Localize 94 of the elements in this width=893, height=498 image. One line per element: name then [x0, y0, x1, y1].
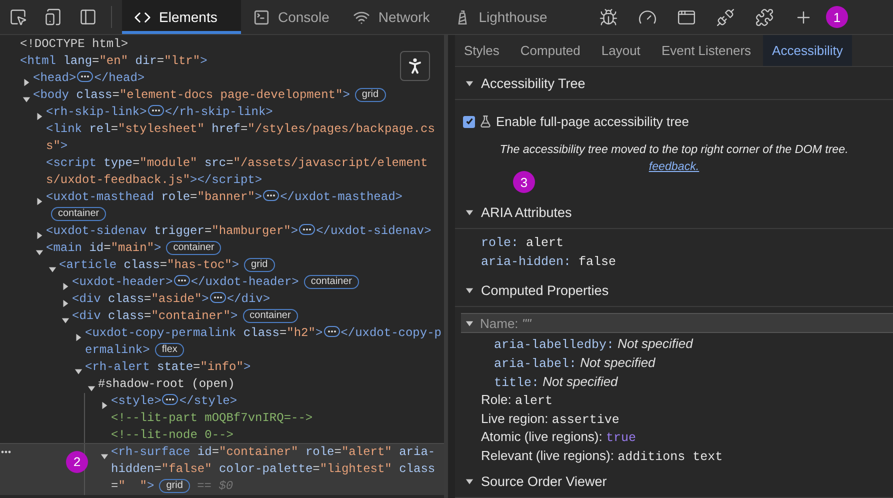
aria-attribute: role: alert: [480, 235, 565, 252]
step-marker: 2: [66, 451, 88, 473]
layout-badge[interactable]: grid: [159, 479, 190, 493]
dom-node[interactable]: <head> </head>: [33, 70, 444, 87]
sidebar-tab[interactable]: Layout: [592, 35, 650, 66]
expanded-arrow-icon[interactable]: [100, 452, 109, 461]
accessibility-tree-button[interactable]: [400, 51, 430, 81]
name-source: aria-label: Not specified: [493, 354, 656, 372]
checkbox[interactable]: [463, 116, 475, 128]
dom-node[interactable]: <uxdot-copy-permalink class="h2"> </uxdot-copy-permalink> flex: [85, 325, 444, 359]
expanded-arrow-icon[interactable]: [61, 316, 70, 325]
html-comment[interactable]: <!--lit-node 0-->: [111, 427, 444, 444]
dom-node[interactable]: <article class="has-toc"> grid: [59, 257, 444, 274]
ellipsis-icon[interactable]: [162, 394, 178, 405]
dom-node[interactable]: <style> </style>: [111, 393, 444, 410]
layout-badge[interactable]: container: [51, 207, 106, 221]
expanded-arrow-icon[interactable]: [22, 95, 31, 104]
dom-node[interactable]: <rh-skip-link> </rh-skip-link>: [46, 104, 444, 121]
sidebar-tab[interactable]: Accessibility: [763, 35, 852, 66]
ellipsis-icon[interactable]: [174, 275, 190, 286]
section-header[interactable]: ARIA Attributes: [455, 196, 893, 229]
name-source: aria-labelledby: Not specified: [493, 335, 694, 353]
dom-node[interactable]: <uxdot-sidenav trigger="hamburger"> </uxdot-sidenav>: [46, 223, 444, 240]
html-comment[interactable]: <!--lit-part mOQBf7vnIRQ=-->: [111, 410, 444, 427]
triangle-icon[interactable]: [465, 476, 474, 486]
panel-tab[interactable]: Elements: [122, 0, 241, 34]
notice-text: The accessibility tree moved to the top right corner of the DOM tree.: [498, 142, 850, 158]
computed-property: Live region: assertive: [480, 410, 620, 428]
flask-icon: [479, 115, 492, 128]
dom-node[interactable]: <rh-surface id="container" role="alert" aria-hidden="false" color-palette="lightest" class =" "> grid == $0: [111, 444, 444, 495]
panel-tab[interactable]: Console: [241, 0, 342, 34]
layout-badge[interactable]: container: [166, 241, 222, 255]
step-marker: 1: [826, 6, 848, 28]
ellipsis-icon[interactable]: [148, 105, 164, 116]
sidebar-tab[interactable]: Computed: [511, 35, 590, 66]
plug-icon[interactable]: [716, 8, 736, 26]
layout-badge[interactable]: flex: [154, 343, 184, 357]
inspect-icon[interactable]: [8, 8, 26, 26]
dom-node[interactable]: <html lang="en" dir="ltr">: [20, 53, 444, 70]
dom-node[interactable]: <link rel="stylesheet" href="/styles/pages/backpage.css">: [46, 121, 444, 155]
layout-badge[interactable]: grid: [244, 258, 275, 272]
dom-node[interactable]: <script type="module" src="/assets/javascript/elements/uxdot-feedback.js"></script>: [46, 155, 444, 189]
triangle-icon[interactable]: [465, 78, 474, 88]
feedback-link[interactable]: feedback.: [648, 160, 700, 173]
sidebar-tab[interactable]: Styles: [455, 35, 508, 66]
selected-ref: == $0: [196, 479, 234, 493]
more-dots-icon[interactable]: [1, 450, 11, 454]
panel-icon[interactable]: [78, 8, 96, 26]
ellipsis-icon[interactable]: [210, 292, 226, 303]
dom-node[interactable]: <!DOCTYPE html>: [20, 36, 444, 53]
name-source: title: Not specified: [493, 373, 619, 391]
triangle-icon[interactable]: [465, 286, 474, 294]
layout-badge[interactable]: container: [304, 275, 359, 289]
section-header[interactable]: Source Order Viewer: [455, 465, 893, 498]
collapsed-arrow-icon[interactable]: [35, 112, 44, 121]
dom-node[interactable]: <body class="element-docs page-development"> grid: [33, 87, 444, 104]
aria-attribute: aria-hidden: false: [480, 254, 618, 271]
collapsed-arrow-icon[interactable]: [22, 78, 31, 87]
ellipsis-icon[interactable]: [299, 224, 316, 235]
puzzle-icon[interactable]: [755, 8, 774, 26]
sidebar-tab[interactable]: Event Listeners: [652, 35, 760, 66]
dom-node[interactable]: <uxdot-header> </uxdot-header> container: [72, 274, 444, 291]
triangle-icon[interactable]: [465, 208, 474, 216]
dom-node[interactable]: <uxdot-masthead role="banner"> </uxdot-masthead> container: [46, 189, 444, 223]
layout-badge[interactable]: container: [242, 309, 298, 323]
window-icon[interactable]: [677, 8, 696, 26]
ellipsis-icon[interactable]: [77, 71, 94, 82]
section-header[interactable]: Computed Properties: [455, 274, 893, 307]
ellipsis-icon[interactable]: [263, 190, 280, 201]
layout-badge[interactable]: grid: [354, 88, 386, 102]
collapsed-arrow-icon[interactable]: [35, 231, 44, 240]
dom-node[interactable]: <div class="container"> container: [72, 308, 444, 325]
dom-node[interactable]: <div class="aside"> </div>: [72, 291, 444, 308]
gauge-icon[interactable]: [638, 8, 658, 26]
section-header[interactable]: Accessibility Tree: [455, 67, 893, 100]
computed-property: Atomic (live regions): true: [480, 428, 638, 446]
computed-property: Relevant (live regions): additions text: [480, 446, 724, 465]
name-property[interactable]: Name: "": [480, 316, 532, 330]
panel-tab[interactable]: Network: [341, 0, 442, 34]
device-icon[interactable]: [44, 8, 62, 26]
collapsed-arrow-icon[interactable]: [74, 333, 83, 342]
dom-node[interactable]: <main id="main"> container: [46, 240, 444, 257]
dom-node[interactable]: <rh-alert state="info">: [85, 359, 444, 376]
bug-icon[interactable]: [599, 8, 618, 26]
terminal-icon: [253, 8, 270, 26]
triangle-icon[interactable]: [465, 318, 474, 328]
computed-property: Role: alert: [480, 391, 554, 410]
collapsed-arrow-icon[interactable]: [100, 401, 109, 410]
checkbox-label: Enable full-page accessibility tree: [496, 114, 689, 129]
shadow-root-node[interactable]: #shadow-root (open): [98, 376, 444, 393]
ellipsis-icon[interactable]: [324, 326, 340, 337]
step-marker: 3: [513, 171, 535, 193]
collapsed-arrow-icon[interactable]: [35, 197, 44, 206]
panel-tab[interactable]: Lighthouse: [442, 0, 560, 34]
